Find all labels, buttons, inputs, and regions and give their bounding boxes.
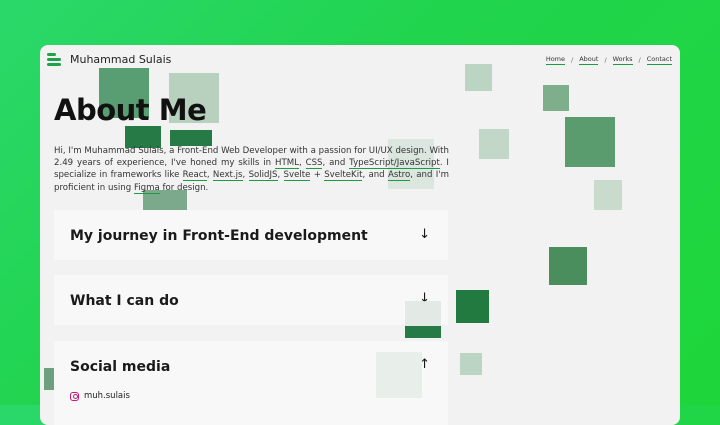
section-skills[interactable]: What I can do ↓ — [54, 275, 448, 325]
section-title: What I can do — [70, 293, 179, 309]
intro-text: , — [298, 158, 306, 169]
intro-text: , — [206, 170, 213, 181]
link-astro[interactable]: Astro — [387, 170, 411, 182]
intro-paragraph: Hi, I'm Muhammad Sulais, a Front-End Web… — [54, 145, 449, 194]
section-title: My journey in Front-End development — [70, 228, 368, 244]
link-typescript[interactable]: TypeScript/JavaScript — [349, 158, 440, 170]
decor-square — [460, 353, 482, 375]
link-react[interactable]: React — [182, 170, 207, 182]
decor-square — [376, 352, 422, 398]
nav-contact[interactable]: Contact — [646, 55, 672, 65]
nav-separator: / — [638, 56, 641, 64]
link-css[interactable]: CSS — [305, 158, 323, 170]
nav-home[interactable]: Home — [545, 55, 566, 65]
decor-square — [405, 326, 441, 338]
instagram-icon — [70, 391, 79, 401]
nav-separator: / — [571, 56, 574, 64]
instagram-handle: muh.sulais — [84, 391, 130, 401]
link-figma[interactable]: Figma — [133, 182, 160, 194]
nav-works[interactable]: Works — [612, 55, 633, 65]
decor-square — [479, 129, 509, 159]
brand-name[interactable]: Muhammad Sulais — [70, 53, 171, 66]
logo-icon[interactable] — [47, 53, 61, 67]
link-html[interactable]: HTML — [275, 158, 299, 170]
intro-text: for design. — [159, 182, 209, 193]
nav-separator: / — [604, 56, 607, 64]
decor-square — [456, 290, 489, 323]
arrow-down-icon[interactable]: ↓ — [419, 227, 430, 242]
intro-text: + — [310, 170, 325, 181]
page-title: About Me — [54, 93, 207, 127]
link-sveltekit[interactable]: SvelteKit — [324, 170, 363, 182]
decor-square — [543, 85, 569, 111]
intro-text: , — [242, 170, 249, 181]
section-journey[interactable]: My journey in Front-End development ↓ — [54, 210, 448, 260]
link-solidjs[interactable]: SolidJS — [248, 170, 278, 182]
decor-square — [170, 130, 212, 146]
decor-square — [549, 247, 587, 285]
link-svelte[interactable]: Svelte — [283, 170, 311, 182]
intro-text: , and — [362, 170, 388, 181]
browser-window: Muhammad Sulais Home / About / Works / C… — [40, 45, 680, 425]
intro-text: , — [277, 170, 284, 181]
navbar: Muhammad Sulais Home / About / Works / C… — [40, 45, 680, 75]
link-nextjs[interactable]: Next.js — [212, 170, 243, 182]
section-title: Social media — [70, 359, 171, 375]
decor-square — [565, 117, 615, 167]
decor-square — [594, 180, 622, 210]
intro-text: , and — [322, 158, 350, 169]
instagram-link[interactable]: muh.sulais — [70, 391, 130, 401]
nav-about[interactable]: About — [579, 55, 599, 65]
nav-menu: Home / About / Works / Contact — [545, 55, 672, 65]
